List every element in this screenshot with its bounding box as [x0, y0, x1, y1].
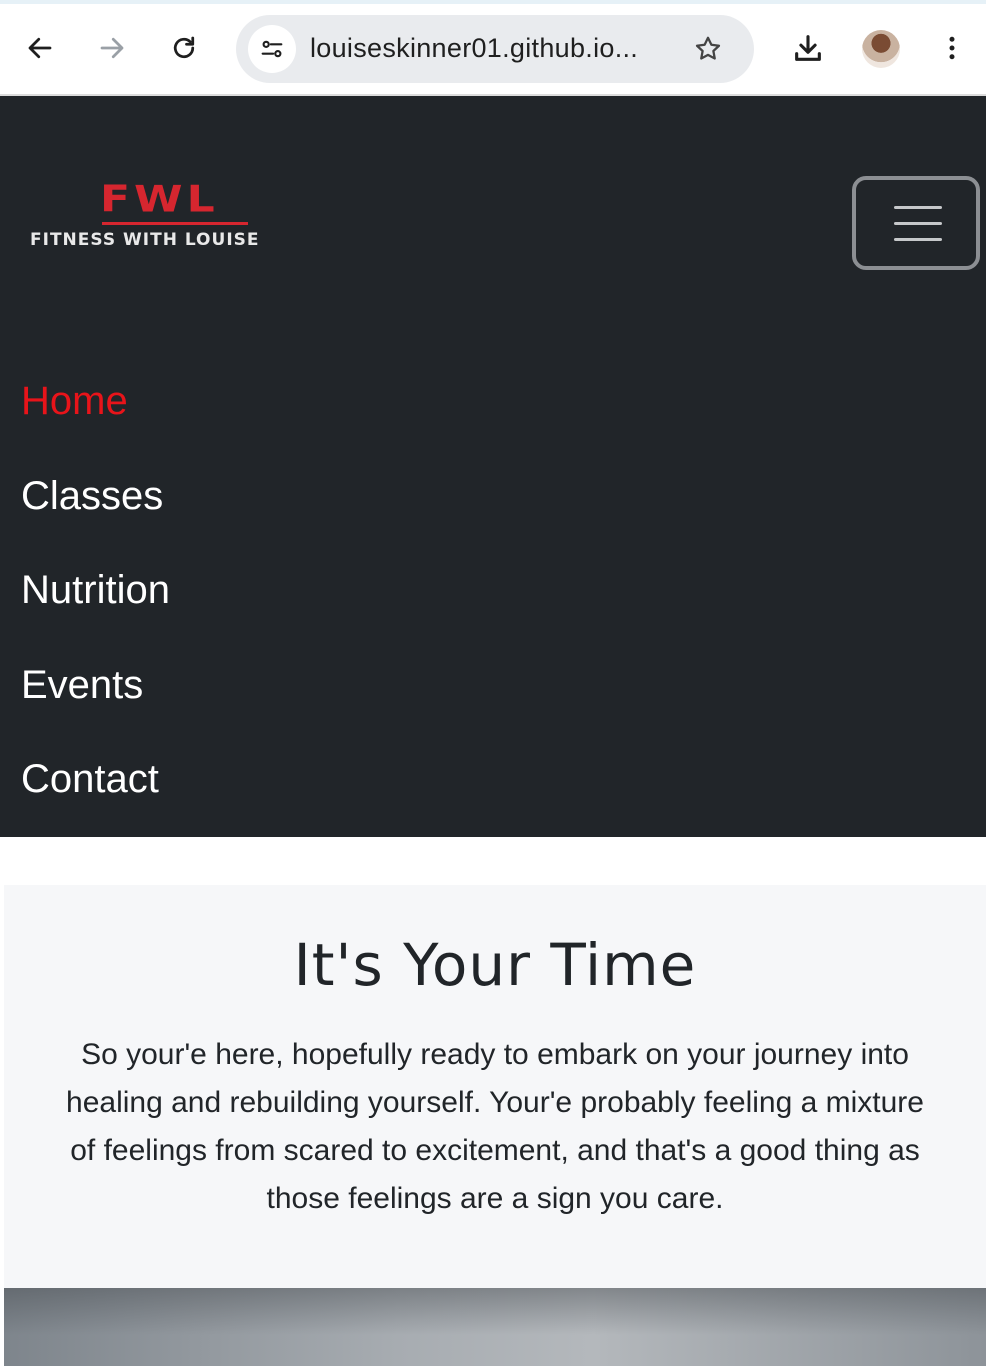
nav-menu: Home Classes Nutrition Events Contact	[21, 354, 170, 827]
forward-button[interactable]	[92, 28, 132, 68]
download-icon	[795, 35, 821, 61]
logo-text: FITNESS WITH LOUISE	[30, 230, 260, 250]
back-arrow-icon	[28, 37, 52, 59]
nav-link-nutrition[interactable]: Nutrition	[21, 543, 170, 638]
tab-strip-edge	[0, 0, 986, 4]
nav-link-home[interactable]: Home	[21, 354, 170, 449]
reload-icon	[173, 36, 195, 59]
site-navbar: FWL FITNESS WITH LOUISE Home Classes Nut…	[0, 96, 986, 837]
nav-link-classes[interactable]: Classes	[21, 449, 170, 544]
hero-section: It's Your Time So your'e here, hopefully…	[4, 885, 986, 1288]
logo-mark: FWL	[100, 178, 219, 221]
forward-arrow-icon	[100, 37, 124, 59]
site-info-icon	[261, 40, 283, 58]
hero-title: It's Your Time	[293, 931, 697, 999]
navbar-toggler-button[interactable]	[852, 176, 980, 270]
nav-link-events[interactable]: Events	[21, 638, 170, 733]
address-bar[interactable]: louiseskinner01.github.io...	[236, 15, 754, 83]
url-text[interactable]: louiseskinner01.github.io...	[310, 33, 670, 64]
site-info-button[interactable]	[248, 25, 296, 73]
reload-button[interactable]	[164, 28, 204, 68]
nav-link-contact[interactable]: Contact	[21, 732, 170, 827]
more-vert-icon	[949, 36, 955, 60]
download-button[interactable]	[788, 28, 828, 68]
logo-underline	[102, 222, 248, 225]
more-menu-button[interactable]	[932, 28, 972, 68]
profile-avatar[interactable]	[862, 30, 900, 68]
brand-logo[interactable]: FWL FITNESS WITH LOUISE	[30, 182, 320, 254]
hero-paragraph: So your'e here, hopefully ready to embar…	[66, 1038, 924, 1215]
hero-image	[4, 1288, 986, 1366]
bookmark-button[interactable]	[688, 29, 728, 69]
browser-toolbar: louiseskinner01.github.io...	[0, 0, 986, 96]
bookmark-star-icon	[695, 36, 721, 60]
back-button[interactable]	[20, 28, 60, 68]
